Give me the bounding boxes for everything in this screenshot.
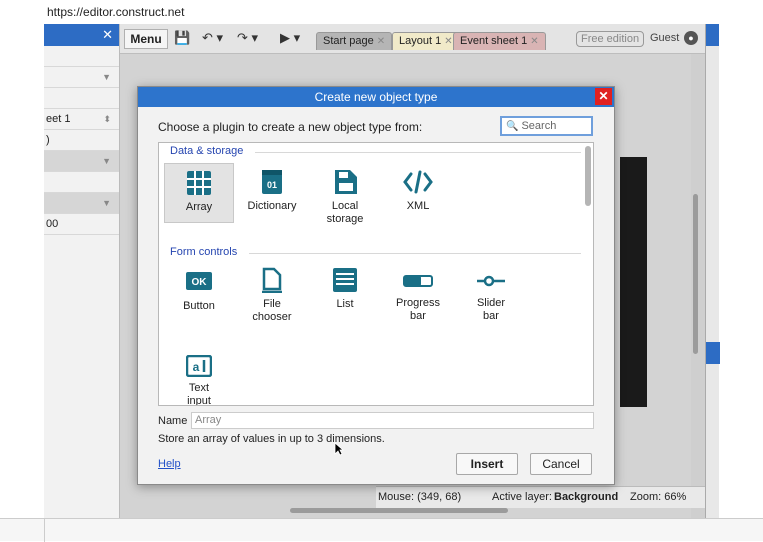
plugin-local-storage[interactable]: Local storage [310, 163, 380, 226]
panel-header [706, 342, 720, 364]
plugin-file-chooser[interactable]: File chooser [237, 265, 307, 324]
layout-object[interactable] [620, 157, 647, 407]
list-icon [333, 268, 357, 292]
panel-header: ✕ [44, 24, 119, 46]
name-label: Name [158, 415, 188, 427]
play-icon[interactable]: ▶ ▾ [280, 30, 300, 46]
bottom-strip [0, 518, 763, 542]
svg-text:01: 01 [267, 180, 277, 190]
create-object-dialog: Create new object type ✕ Choose a plugin… [137, 86, 615, 485]
active-layer-value: Background [554, 491, 619, 503]
chevron-down-icon[interactable]: ▼ [102, 193, 111, 214]
progress-bar-icon [403, 275, 433, 287]
close-icon[interactable]: ✕ [444, 36, 452, 47]
mouse-cursor-icon [334, 442, 344, 456]
category-form-controls: Form controls [170, 246, 238, 258]
ok-button-icon: OK [186, 272, 212, 290]
grid-icon [187, 171, 211, 195]
chevron-down-icon[interactable]: ▼ [102, 67, 111, 88]
mouse-coordinates: Mouse: (349, 68) [378, 491, 462, 503]
plugin-list-item[interactable]: List [310, 265, 380, 311]
svg-text:OK: OK [192, 277, 208, 288]
panel-row: ) [44, 130, 119, 151]
list-scrollbar[interactable] [585, 146, 591, 206]
slider-icon [477, 275, 505, 287]
chevron-down-icon[interactable]: ▼ [102, 151, 111, 172]
plugin-label: XML [406, 200, 430, 212]
floppy-icon [335, 170, 357, 194]
url-text[interactable]: https://editor.construct.net [47, 5, 184, 19]
file-icon [262, 267, 282, 293]
panel-row [44, 172, 119, 193]
panel-row[interactable]: ▼ [44, 67, 119, 88]
panel-row [44, 46, 119, 67]
status-bar: Mouse: (349, 68) Active layer: Backgroun… [376, 486, 719, 508]
plugin-progress-bar[interactable]: Progress bar [383, 265, 453, 323]
close-icon[interactable]: ✕ [102, 27, 113, 43]
active-layer-label: Active layer: [492, 491, 552, 503]
panel-row[interactable]: ▼ [44, 193, 119, 214]
plugin-button[interactable]: OK Button [164, 265, 234, 313]
close-icon[interactable]: ✕ [377, 36, 385, 47]
dictionary-icon: 01 [262, 170, 282, 194]
plugin-label: Array [185, 201, 213, 213]
tab-event-sheet-1[interactable]: Event sheet 1 ✕ [453, 32, 546, 50]
browser-url-bar[interactable]: https://editor.construct.net [0, 0, 763, 24]
category-data-storage: Data & storage [170, 145, 244, 157]
plugin-label: List [336, 298, 354, 310]
plugin-label: Slider bar [476, 297, 506, 322]
vertical-scroll-thumb[interactable] [693, 194, 698, 354]
select-arrows-icon[interactable]: ⬍ [103, 109, 111, 130]
plugin-label: Button [183, 300, 215, 312]
save-icon[interactable]: 💾 [174, 30, 190, 46]
plugin-label: Progress bar [395, 297, 441, 322]
panel-row [44, 88, 119, 109]
panel-header [706, 24, 719, 46]
dialog-prompt: Choose a plugin to create a new object t… [158, 120, 423, 134]
panel-row[interactable]: eet 1 ⬍ [44, 109, 119, 130]
code-icon [403, 170, 433, 194]
cancel-button[interactable]: Cancel [530, 453, 592, 475]
insert-button[interactable]: Insert [456, 453, 518, 475]
right-panel [705, 24, 720, 518]
panel-row[interactable]: ▼ [44, 151, 119, 172]
plugin-dictionary[interactable]: 01 Dictionary [237, 163, 307, 213]
main-toolbar: Menu 💾 ↶ ▾ ↷ ▾ ▶ ▾ Start page ✕ Layout 1 ✕… [120, 24, 719, 54]
edition-badge[interactable]: Free edition [576, 31, 645, 47]
plugin-label: Text input [187, 382, 211, 406]
user-name[interactable]: Guest [650, 32, 679, 44]
zoom-level: Zoom: 66% [630, 491, 687, 503]
properties-panel: ✕ ▼ eet 1 ⬍ ) ▼ ▼ 00 [44, 24, 120, 518]
horizontal-scroll-thumb[interactable] [290, 508, 508, 513]
search-icon: 🔍 [506, 121, 519, 132]
plugin-list[interactable]: Data & storage Array 01 Dictionary Local… [158, 142, 594, 406]
plugin-label: Local storage [326, 200, 364, 225]
panel-row: 00 [44, 214, 119, 235]
search-input[interactable]: 🔍 Search [500, 116, 593, 136]
plugin-array[interactable]: Array [164, 163, 234, 223]
search-placeholder: Search [521, 120, 557, 132]
plugin-text-input[interactable]: a Text input [164, 349, 234, 406]
plugin-xml[interactable]: XML [383, 163, 453, 213]
help-link[interactable]: Help [158, 458, 181, 470]
close-button[interactable]: ✕ [595, 88, 612, 105]
plugin-label: File chooser [252, 298, 292, 323]
name-field[interactable]: Array [191, 412, 594, 429]
undo-icon[interactable]: ↶ ▾ [202, 30, 223, 46]
plugin-description: Store an array of values in up to 3 dime… [158, 433, 385, 445]
close-icon[interactable]: ✕ [530, 36, 538, 47]
dialog-title: Create new object type [138, 87, 614, 107]
plugin-label: Dictionary [247, 200, 297, 212]
redo-icon[interactable]: ↷ ▾ [237, 30, 258, 46]
plugin-slider-bar[interactable]: Slider bar [456, 265, 526, 323]
tab-start-page[interactable]: Start page ✕ [316, 32, 393, 50]
svg-text:a: a [193, 360, 200, 374]
menu-button[interactable]: Menu [124, 29, 168, 49]
user-avatar-icon[interactable]: ● [684, 31, 698, 45]
tab-layout-1[interactable]: Layout 1 ✕ [392, 32, 460, 50]
text-input-icon: a [186, 355, 212, 377]
